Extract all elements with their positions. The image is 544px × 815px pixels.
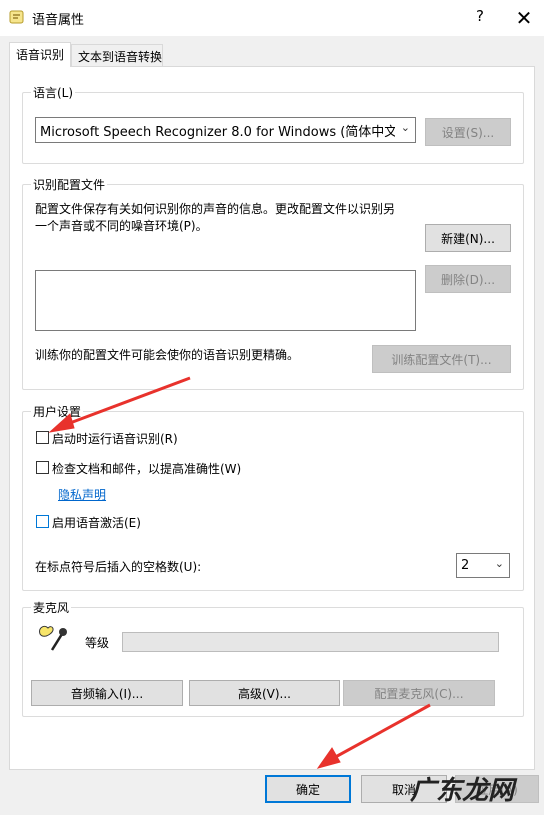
watermark-text: 广东龙网: [410, 776, 515, 806]
arrow-to-startup-checkbox: [48, 376, 191, 433]
annotation-arrows: [48, 376, 431, 769]
arrow-to-ok-button: [316, 703, 431, 769]
